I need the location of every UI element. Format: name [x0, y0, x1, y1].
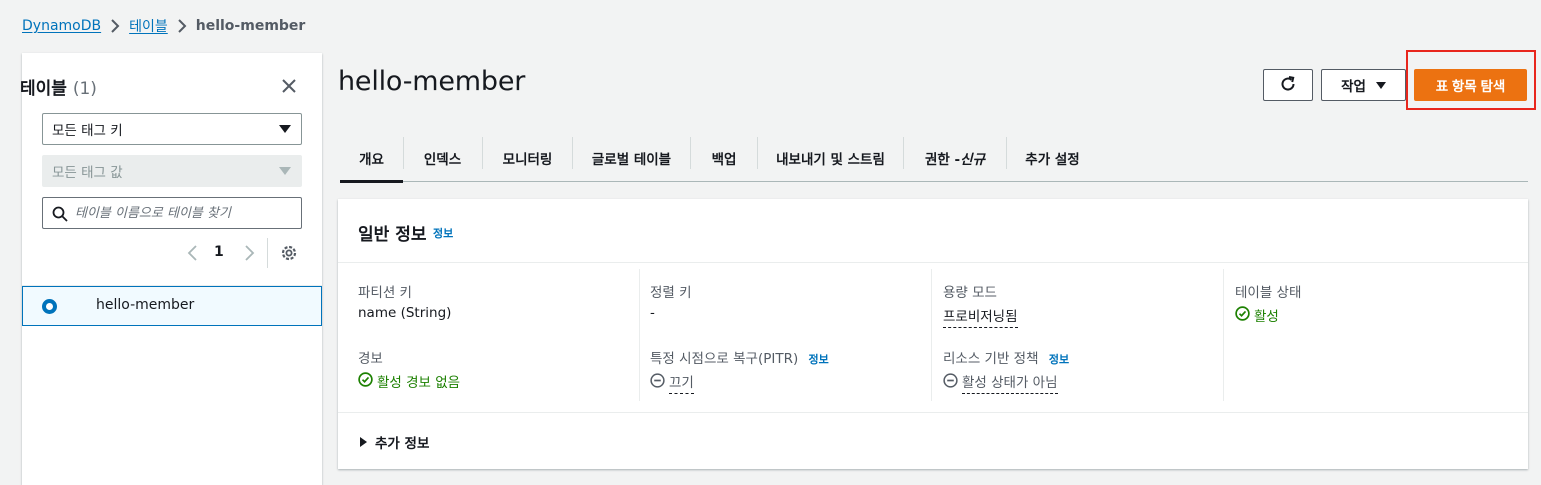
tables-panel-title-text: 테이블 — [20, 79, 67, 99]
resource-policy-info-link[interactable]: 정보 — [1049, 353, 1069, 366]
resource-policy-label: 리소스 기반 정책 — [943, 351, 1039, 367]
tab-global-tables[interactable]: 글로벌 테이블 — [573, 134, 690, 181]
tab-bar: 개요 인덱스 모니터링 글로벌 테이블 백업 내보내기 및 스트림 권한 - 신… — [340, 134, 1528, 183]
tab-additional-settings[interactable]: 추가 설정 — [1007, 134, 1098, 181]
breadcrumb-tables-link[interactable]: 테이블 — [129, 16, 168, 36]
pitr-status[interactable]: 끄기 — [650, 371, 694, 394]
capacity-mode-value[interactable]: 프로비저닝됨 — [943, 305, 1018, 328]
caret-right-icon — [360, 437, 367, 447]
refresh-button[interactable] — [1263, 69, 1313, 101]
alarms-value: 활성 경보 없음 — [377, 375, 461, 391]
resource-policy-value: 활성 상태가 아님 — [962, 371, 1058, 394]
gear-icon[interactable] — [280, 244, 298, 262]
tab-indexes[interactable]: 인덱스 — [404, 134, 481, 181]
table-list-item-label: hello-member — [96, 297, 195, 313]
minus-circle-icon — [650, 373, 665, 392]
divider — [931, 269, 932, 401]
divider — [1223, 269, 1224, 401]
partition-key-value: name (String) — [358, 305, 452, 321]
divider — [639, 269, 640, 401]
close-icon[interactable] — [279, 76, 299, 96]
pitr-label: 특정 시점으로 복구(PITR) — [650, 351, 799, 367]
sort-key-label: 정렬 키 — [650, 285, 692, 301]
resource-policy-status[interactable]: 활성 상태가 아님 — [943, 371, 1058, 394]
additional-info-label: 추가 정보 — [375, 436, 430, 452]
pitr-label-row: 특정 시점으로 복구(PITR) 정보 — [650, 347, 829, 367]
tab-backups[interactable]: 백업 — [691, 134, 757, 181]
resource-policy-label-row: 리소스 기반 정책 정보 — [943, 347, 1069, 367]
tab-permissions-label: 권한 - — [925, 151, 961, 168]
additional-info-expander[interactable]: 추가 정보 — [360, 432, 429, 452]
tag-key-select[interactable]: 모든 태그 키 — [42, 113, 302, 145]
breadcrumb-dynamodb-link[interactable]: DynamoDB — [22, 18, 101, 34]
info-link[interactable]: 정보 — [433, 225, 453, 241]
chevron-left-icon[interactable] — [186, 244, 200, 262]
tab-exports-streams[interactable]: 내보내기 및 스트림 — [758, 134, 903, 181]
minus-circle-icon — [943, 373, 958, 392]
actions-button[interactable]: 작업 — [1321, 69, 1406, 101]
tag-key-select-value: 모든 태그 키 — [52, 123, 123, 139]
table-status-label: 테이블 상태 — [1235, 285, 1302, 301]
tab-overview[interactable]: 개요 — [340, 134, 403, 183]
breadcrumb: DynamoDB 테이블 hello-member — [22, 16, 305, 36]
divider — [267, 238, 268, 268]
chevron-right-icon — [101, 19, 129, 33]
pitr-value: 끄기 — [669, 371, 694, 394]
chevron-right-icon — [168, 19, 196, 33]
table-status-value: 활성 — [1254, 309, 1279, 325]
table-search-field[interactable] — [42, 197, 302, 229]
partition-key-label: 파티션 키 — [358, 285, 412, 301]
tables-count: (1) — [72, 79, 97, 99]
refresh-icon — [1279, 75, 1297, 96]
general-info-card: 일반 정보 정보 파티션 키 name (String) 경보 활성 경보 없음… — [338, 199, 1528, 469]
card-header: 일반 정보 정보 — [338, 199, 1528, 263]
breadcrumb-current: hello-member — [195, 18, 306, 34]
capacity-mode-label: 용량 모드 — [943, 285, 997, 301]
page-number[interactable]: 1 — [214, 244, 224, 260]
caret-down-icon — [279, 167, 291, 175]
pitr-info-link[interactable]: 정보 — [809, 353, 829, 366]
tables-panel-title: 테이블 (1) — [20, 74, 97, 99]
sort-key-value: - — [650, 305, 655, 321]
highlight-box — [1406, 50, 1536, 110]
tab-permissions-new: 신규 — [960, 151, 985, 168]
tab-monitoring[interactable]: 모니터링 — [483, 134, 572, 181]
alarms-status: 활성 경보 없음 — [358, 371, 460, 391]
check-circle-icon — [1235, 305, 1250, 325]
table-status: 활성 — [1235, 305, 1279, 325]
actions-button-label: 작업 — [1341, 79, 1366, 94]
tag-value-select-value: 모든 태그 값 — [52, 165, 123, 181]
check-circle-icon — [358, 371, 373, 391]
divider — [338, 412, 1528, 413]
tab-permissions[interactable]: 권한 - 신규 — [904, 134, 1006, 181]
table-list-item[interactable]: hello-member — [22, 286, 322, 326]
caret-down-icon — [1375, 81, 1386, 89]
page-title: hello-member — [338, 66, 526, 97]
caret-down-icon — [279, 125, 291, 133]
search-icon — [52, 206, 68, 222]
radio-selected-icon[interactable] — [42, 299, 57, 314]
tag-value-select: 모든 태그 값 — [42, 155, 302, 187]
card-title: 일반 정보 — [358, 225, 427, 245]
chevron-right-icon[interactable] — [242, 244, 256, 262]
table-search-input[interactable] — [75, 205, 285, 221]
alarms-label: 경보 — [358, 351, 383, 367]
